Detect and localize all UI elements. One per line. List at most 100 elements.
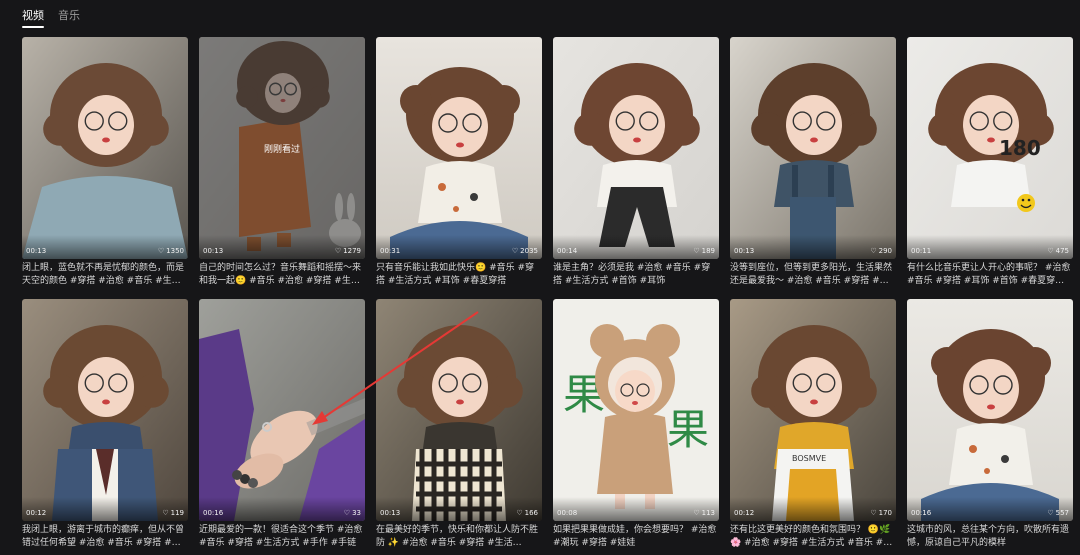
svg-text:180: 180 bbox=[999, 136, 1041, 160]
heart-icon: ♡ bbox=[157, 247, 165, 255]
svg-text:果: 果 bbox=[667, 405, 709, 454]
video-caption[interactable]: 有什么比音乐更让人开心的事呢？ #治愈 #音乐 #穿搭 #耳饰 #首饰 #春夏穿… bbox=[907, 262, 1073, 288]
video-duration: 00:08 bbox=[557, 509, 578, 517]
video-card[interactable]: 00:12 ♡ 119 我闭上眼，游离于城市的癫痒，但从不曾错过任何希望 #治愈 #音… bbox=[22, 299, 188, 552]
like-count-value: 557 bbox=[1055, 509, 1069, 517]
like-count-value: 475 bbox=[1055, 247, 1069, 255]
heart-icon: ♡ bbox=[1047, 247, 1054, 255]
like-count-value: 189 bbox=[701, 247, 715, 255]
video-duration: 00:31 bbox=[380, 247, 401, 255]
video-thumbnail[interactable]: 00:13 ♡ 1350 bbox=[22, 37, 188, 259]
video-caption[interactable]: 自己的时间怎么过？音乐舞蹈和摇摆～来和我一起🙂 #音乐 #治愈 #穿搭 #生… bbox=[199, 262, 365, 288]
like-count-value: 166 bbox=[524, 509, 538, 517]
video-card[interactable]: 果 果 00:08 ♡ 113 如果把果果做成娃，你会想要吗？ #治愈 #潮玩 #穿搭… bbox=[553, 299, 719, 552]
video-card[interactable]: BOSMVE 00:12 ♡ 170 还有比这更美好的颜色和氛围吗？ 🙂🌿🌸 #治愈 … bbox=[730, 299, 896, 552]
video-card[interactable]: 00:16 ♡ 557 这城市的风，总往某个方向，吹散所有遗憾，原谅自己平凡的模样 bbox=[907, 299, 1073, 552]
thumbnail-image bbox=[376, 37, 542, 259]
like-count: ♡ 33 bbox=[344, 509, 361, 517]
svg-text:BOSMVE: BOSMVE bbox=[792, 454, 826, 463]
video-caption[interactable]: 在最美好的季节，快乐和你都让人防不胜防 ✨ #治愈 #音乐 #穿搭 #生活… bbox=[376, 524, 542, 550]
heart-icon: ♡ bbox=[516, 509, 523, 517]
video-card[interactable]: 180 00:11 ♡ 475 有什么比音乐更让人开心的事呢？ #治愈 #音乐 #穿搭… bbox=[907, 37, 1073, 290]
video-duration: 00:13 bbox=[26, 247, 47, 255]
like-count: ♡ 1350 bbox=[158, 247, 184, 255]
heart-icon: ♡ bbox=[343, 509, 351, 517]
heart-icon: ♡ bbox=[1047, 509, 1054, 517]
tab-music[interactable]: 音乐 bbox=[58, 8, 80, 30]
like-count: ♡ 290 bbox=[870, 247, 892, 255]
like-count: ♡ 2035 bbox=[512, 247, 538, 255]
video-thumbnail[interactable]: 00:13 ♡ 290 bbox=[730, 37, 896, 259]
content-tabs: 视频 音乐 bbox=[22, 8, 80, 30]
thumbnail-image bbox=[376, 299, 542, 521]
recently-watched-overlay: 刚刚看过 bbox=[199, 37, 365, 259]
thumbnail-meta-bar: 00:13 ♡ 1350 bbox=[22, 235, 188, 259]
thumbnail-image bbox=[199, 299, 365, 521]
video-caption[interactable]: 我闭上眼，游离于城市的癫痒，但从不曾错过任何希望 #治愈 #音乐 #穿搭 #生… bbox=[22, 524, 188, 550]
like-count-value: 1350 bbox=[166, 247, 184, 255]
heart-icon: ♡ bbox=[334, 247, 342, 255]
video-thumbnail[interactable]: 00:13 ♡ 166 bbox=[376, 299, 542, 521]
video-thumbnail[interactable]: 180 00:11 ♡ 475 bbox=[907, 37, 1073, 259]
like-count-value: 119 bbox=[170, 509, 184, 517]
thumbnail-image bbox=[553, 37, 719, 259]
video-caption[interactable]: 这城市的风，总往某个方向，吹散所有遗憾，原谅自己平凡的模样 bbox=[907, 524, 1073, 550]
video-thumbnail[interactable]: 刚刚看过 00:13 ♡ 1279 bbox=[199, 37, 365, 259]
like-count: ♡ 475 bbox=[1047, 247, 1069, 255]
video-thumbnail[interactable]: BOSMVE 00:12 ♡ 170 bbox=[730, 299, 896, 521]
tab-video[interactable]: 视频 bbox=[22, 8, 44, 30]
video-thumbnail[interactable]: 00:31 ♡ 2035 bbox=[376, 37, 542, 259]
video-duration: 00:16 bbox=[911, 509, 932, 517]
video-thumbnail[interactable]: 00:16 ♡ 33 bbox=[199, 299, 365, 521]
heart-icon: ♡ bbox=[511, 247, 519, 255]
thumbnail-meta-bar: 00:16 ♡ 557 bbox=[907, 497, 1073, 521]
video-card[interactable]: 00:13 ♡ 166 在最美好的季节，快乐和你都让人防不胜防 ✨ #治愈 #音乐 #… bbox=[376, 299, 542, 552]
thumbnail-image bbox=[907, 299, 1073, 521]
like-count-value: 290 bbox=[878, 247, 892, 255]
like-count: ♡ 189 bbox=[693, 247, 715, 255]
video-caption[interactable]: 没等到座位，但等到更多阳光，生活果然还是最爱我～ #治愈 #音乐 #穿搭 #生… bbox=[730, 262, 896, 288]
like-count-value: 170 bbox=[878, 509, 892, 517]
video-thumbnail[interactable]: 00:12 ♡ 119 bbox=[22, 299, 188, 521]
video-card[interactable]: 00:14 ♡ 189 谁是主角？必须是我 #治愈 #音乐 #穿搭 #生活方式 #首饰… bbox=[553, 37, 719, 290]
thumbnail-image bbox=[730, 37, 896, 259]
video-caption[interactable]: 闭上眼，蓝色就不再是忧郁的颜色，而是天空的颜色 #穿搭 #治愈 #音乐 #生活… bbox=[22, 262, 188, 288]
video-thumbnail[interactable]: 果 果 00:08 ♡ 113 bbox=[553, 299, 719, 521]
heart-icon: ♡ bbox=[693, 509, 700, 517]
video-duration: 00:12 bbox=[26, 509, 47, 517]
thumbnail-image: 180 bbox=[907, 37, 1073, 259]
video-thumbnail[interactable]: 00:16 ♡ 557 bbox=[907, 299, 1073, 521]
video-card[interactable]: 00:16 ♡ 33 近期最爱的一款！很适合这个季节 #治愈 #音乐 #穿搭 #生活方… bbox=[199, 299, 365, 552]
video-caption[interactable]: 只有音乐能让我如此快乐🙂 #音乐 #穿搭 #生活方式 #耳饰 #春夏穿搭 bbox=[376, 262, 542, 288]
thumbnail-meta-bar: 00:14 ♡ 189 bbox=[553, 235, 719, 259]
like-count-value: 2035 bbox=[520, 247, 538, 255]
thumbnail-meta-bar: 00:13 ♡ 1279 bbox=[199, 235, 365, 259]
thumbnail-meta-bar: 00:08 ♡ 113 bbox=[553, 497, 719, 521]
video-caption[interactable]: 还有比这更美好的颜色和氛围吗？ 🙂🌿🌸 #治愈 #穿搭 #生活方式 #音乐 #… bbox=[730, 524, 896, 550]
video-duration: 00:11 bbox=[911, 247, 932, 255]
like-count: ♡ 113 bbox=[693, 509, 715, 517]
thumbnail-image: BOSMVE bbox=[730, 299, 896, 521]
like-count-value: 1279 bbox=[343, 247, 361, 255]
video-duration: 00:13 bbox=[380, 509, 401, 517]
video-card[interactable]: 00:13 ♡ 290 没等到座位，但等到更多阳光，生活果然还是最爱我～ #治愈 #音… bbox=[730, 37, 896, 290]
video-duration: 00:12 bbox=[734, 509, 755, 517]
thumbnail-meta-bar: 00:12 ♡ 170 bbox=[730, 497, 896, 521]
video-card[interactable]: 00:31 ♡ 2035 只有音乐能让我如此快乐🙂 #音乐 #穿搭 #生活方式 #耳饰… bbox=[376, 37, 542, 290]
video-duration: 00:14 bbox=[557, 247, 578, 255]
video-caption[interactable]: 近期最爱的一款！很适合这个季节 #治愈 #音乐 #穿搭 #生活方式 #手作 #手… bbox=[199, 524, 365, 550]
video-duration: 00:16 bbox=[203, 509, 224, 517]
heart-icon: ♡ bbox=[162, 509, 169, 517]
video-card[interactable]: 00:13 ♡ 1350 闭上眼，蓝色就不再是忧郁的颜色，而是天空的颜色 #穿搭 #治… bbox=[22, 37, 188, 290]
video-grid: 00:13 ♡ 1350 闭上眼，蓝色就不再是忧郁的颜色，而是天空的颜色 #穿搭 #治… bbox=[22, 37, 1073, 552]
like-count: ♡ 170 bbox=[870, 509, 892, 517]
video-card[interactable]: 刚刚看过 00:13 ♡ 1279 自己的时间怎么过？音乐舞蹈和摇摆～来和我一起🙂 #音… bbox=[199, 37, 365, 290]
video-caption[interactable]: 谁是主角？必须是我 #治愈 #音乐 #穿搭 #生活方式 #首饰 #耳饰 bbox=[553, 262, 719, 288]
like-count-value: 113 bbox=[701, 509, 715, 517]
video-caption[interactable]: 如果把果果做成娃，你会想要吗？ #治愈 #潮玩 #穿搭 #娃娃 bbox=[553, 524, 719, 550]
heart-icon: ♡ bbox=[693, 247, 700, 255]
recently-watched-label: 刚刚看过 bbox=[263, 144, 300, 155]
thumbnail-image bbox=[22, 299, 188, 521]
video-thumbnail[interactable]: 00:14 ♡ 189 bbox=[553, 37, 719, 259]
like-count: ♡ 557 bbox=[1047, 509, 1069, 517]
